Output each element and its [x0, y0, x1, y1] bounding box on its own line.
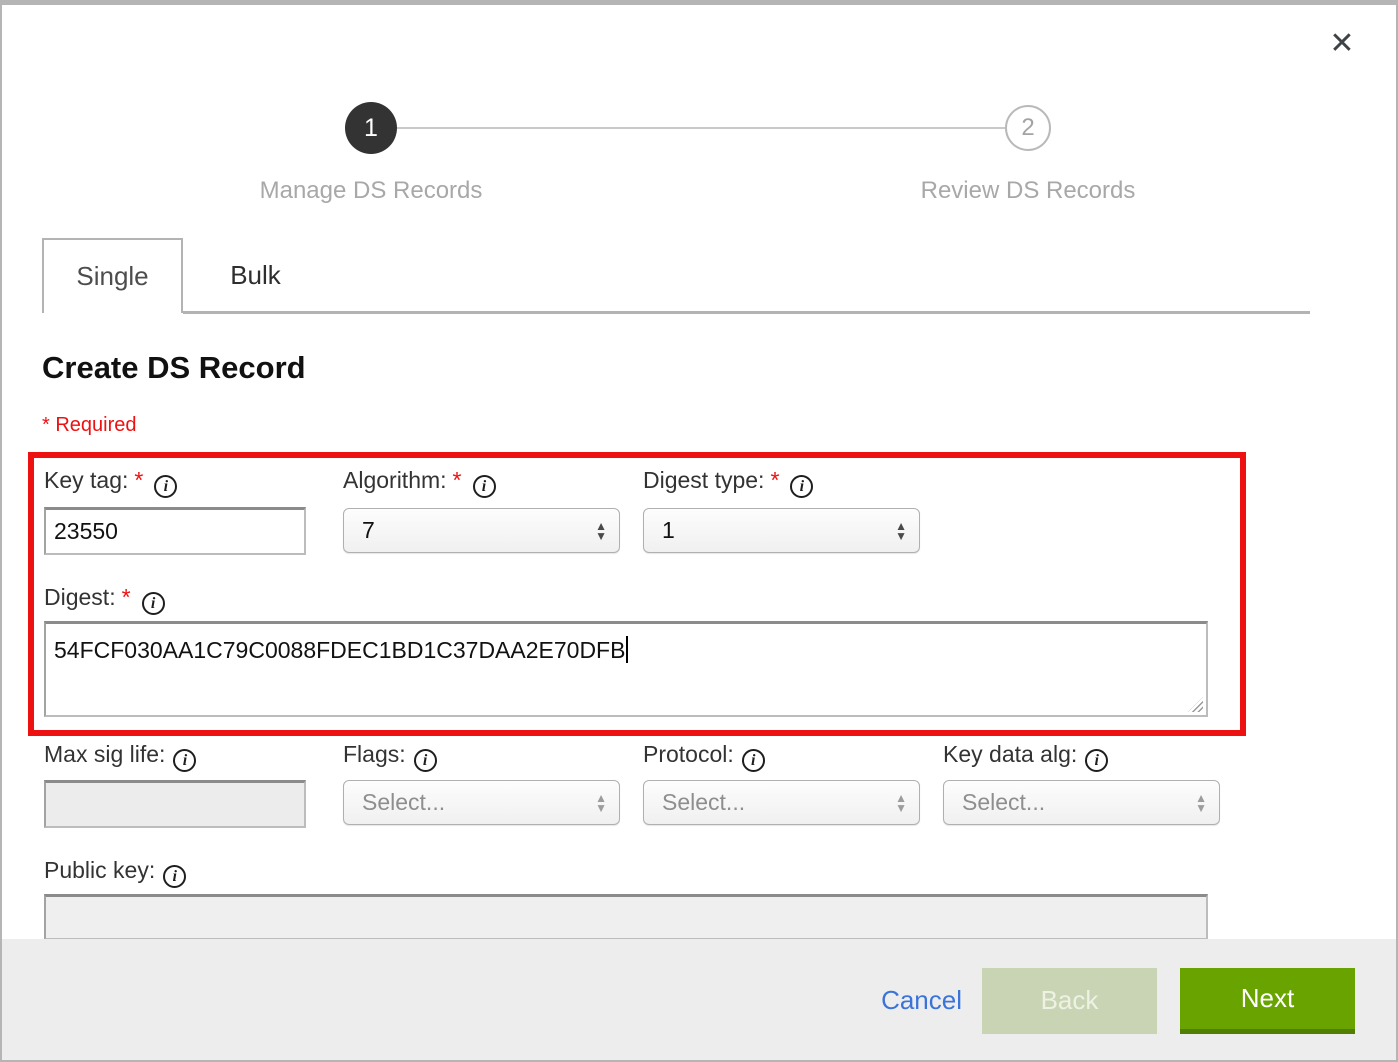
- tab-single[interactable]: Single: [42, 238, 183, 313]
- select-arrows-icon: ▲▼: [595, 521, 607, 541]
- select-arrows-icon: ▲▼: [895, 521, 907, 541]
- public-key-label: Public key: i: [44, 857, 186, 888]
- key-data-alg-label: Key data alg: i: [943, 741, 1108, 772]
- info-icon[interactable]: i: [473, 475, 496, 498]
- info-icon[interactable]: i: [1085, 749, 1108, 772]
- digest-textarea[interactable]: 54FCF030AA1C79C0088FDEC1BD1C37DAA2E70DFB: [44, 621, 1208, 717]
- modal-footer: Cancel Back Next: [0, 939, 1398, 1062]
- flags-select-value: Select...: [362, 789, 595, 816]
- close-icon[interactable]: ✕: [1322, 24, 1362, 64]
- key-tag-label: Key tag:* i: [44, 467, 177, 498]
- stepper-step-2-label: Review DS Records: [828, 177, 1228, 205]
- create-ds-record-modal: ✕ 1 2 Manage DS Records Review DS Record…: [0, 0, 1398, 1062]
- protocol-select[interactable]: Select... ▲▼: [643, 780, 920, 825]
- info-icon[interactable]: i: [154, 475, 177, 498]
- required-asterisk: *: [453, 467, 462, 493]
- select-arrows-icon: ▲▼: [1195, 793, 1207, 813]
- stepper-step-1-label: Manage DS Records: [171, 177, 571, 205]
- tab-bulk[interactable]: Bulk: [183, 238, 328, 313]
- info-icon[interactable]: i: [742, 749, 765, 772]
- protocol-label-text: Protocol:: [643, 741, 734, 767]
- digest-type-label: Digest type:* i: [643, 467, 813, 498]
- info-icon[interactable]: i: [142, 592, 165, 615]
- key-tag-input[interactable]: [44, 507, 306, 555]
- stepper-step-1-number: 1: [364, 114, 378, 143]
- select-arrows-icon: ▲▼: [595, 793, 607, 813]
- required-asterisk: *: [134, 467, 143, 493]
- flags-label: Flags: i: [343, 741, 437, 772]
- key-data-alg-label-text: Key data alg:: [943, 741, 1077, 767]
- key-data-alg-select-value: Select...: [962, 789, 1195, 816]
- algorithm-label-text: Algorithm:: [343, 467, 447, 493]
- page-title: Create DS Record: [42, 350, 306, 386]
- tab-divider-line: [183, 311, 1310, 314]
- flags-select[interactable]: Select... ▲▼: [343, 780, 620, 825]
- key-data-alg-select[interactable]: Select... ▲▼: [943, 780, 1220, 825]
- max-sig-life-label: Max sig life: i: [44, 741, 196, 772]
- protocol-label: Protocol: i: [643, 741, 765, 772]
- protocol-select-value: Select...: [662, 789, 895, 816]
- digest-value: 54FCF030AA1C79C0088FDEC1BD1C37DAA2E70DFB: [54, 637, 625, 663]
- max-sig-life-input[interactable]: [44, 780, 306, 828]
- algorithm-select[interactable]: 7 ▲▼: [343, 508, 620, 553]
- digest-type-select[interactable]: 1 ▲▼: [643, 508, 920, 553]
- stepper-step-2-number: 2: [1021, 114, 1034, 142]
- stepper-step-2-circle: 2: [1005, 105, 1051, 151]
- cancel-button[interactable]: Cancel: [881, 985, 962, 1016]
- info-icon[interactable]: i: [163, 865, 186, 888]
- digest-label-text: Digest:: [44, 584, 116, 610]
- info-icon[interactable]: i: [790, 475, 813, 498]
- digest-type-select-value: 1: [662, 517, 895, 544]
- max-sig-life-label-text: Max sig life:: [44, 741, 165, 767]
- digest-label: Digest:* i: [44, 584, 165, 615]
- text-cursor: [626, 636, 628, 663]
- resize-handle[interactable]: [1188, 697, 1203, 712]
- select-arrows-icon: ▲▼: [895, 793, 907, 813]
- flags-label-text: Flags:: [343, 741, 406, 767]
- required-asterisk: *: [770, 467, 779, 493]
- algorithm-select-value: 7: [362, 517, 595, 544]
- public-key-textarea[interactable]: [44, 894, 1208, 940]
- algorithm-label: Algorithm:* i: [343, 467, 496, 498]
- next-button[interactable]: Next: [1180, 968, 1355, 1034]
- key-tag-label-text: Key tag:: [44, 467, 128, 493]
- digest-type-label-text: Digest type:: [643, 467, 764, 493]
- stepper-step-1-circle: 1: [345, 102, 397, 154]
- stepper-connector-line: [397, 127, 1007, 129]
- required-asterisk: *: [122, 584, 131, 610]
- back-button[interactable]: Back: [982, 968, 1157, 1034]
- public-key-label-text: Public key:: [44, 857, 155, 883]
- required-note: * Required: [42, 414, 137, 437]
- info-icon[interactable]: i: [173, 749, 196, 772]
- info-icon[interactable]: i: [414, 749, 437, 772]
